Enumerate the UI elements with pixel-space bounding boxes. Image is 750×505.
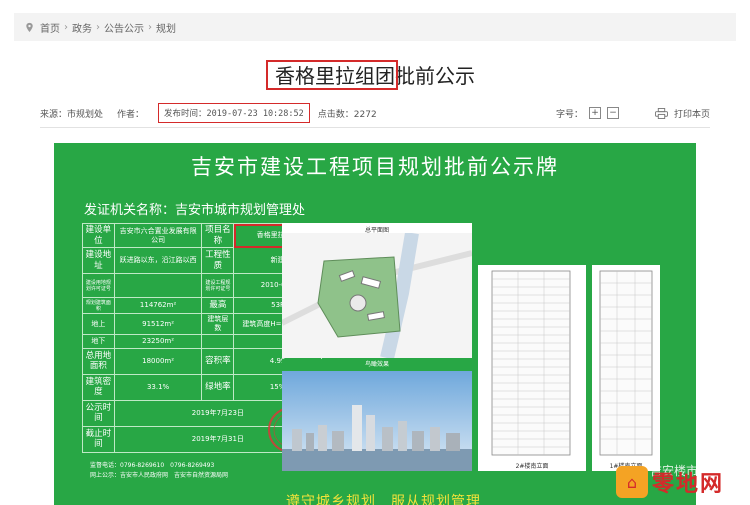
print-button[interactable]: 打印本页 [674, 107, 710, 120]
board-title: 吉安市建设工程项目规划批前公示牌 [191, 155, 559, 179]
deadline-label: 截止时间 [82, 425, 115, 453]
below-value: 23250m² [113, 333, 203, 349]
density-label: 建筑密度 [82, 373, 115, 401]
nature-label: 工程性质 [201, 247, 235, 275]
total-area-value: 18000m² [113, 347, 203, 375]
elevation-1-drawing [478, 265, 586, 461]
address-value: 跃进路以东，沿江路以西 [113, 247, 203, 275]
aerial-caption: 鸟瞰效果 [282, 359, 472, 371]
aerial-panel: 鸟瞰效果 [282, 359, 472, 471]
breadcrumb-home[interactable]: 首页 [40, 20, 60, 35]
contact-online: 网上公示：吉安市人民政府网 吉安市自然资源局网 [90, 471, 229, 479]
notice-time-label: 公示时间 [82, 399, 115, 427]
board-slogan: 遵守城乡规划 服从规划管理 [286, 494, 481, 505]
click-count: 点击数：2272 [317, 109, 377, 120]
elevation-2-panel: 1#楼南立面 [592, 265, 660, 471]
watermark: ⌂ 零地网 [616, 466, 750, 500]
font-increase-button[interactable]: + [588, 107, 601, 119]
font-decrease-button[interactable]: − [606, 107, 619, 119]
total-area-label: 总用地面积 [82, 347, 115, 375]
aerial-render [282, 371, 472, 471]
chevron-right-icon: › [96, 21, 100, 33]
permit-label: 建设用地规划许可证号 [82, 273, 115, 299]
breadcrumb-government[interactable]: 政务 [72, 20, 92, 35]
elevation-1-panel: 2#楼南立面 [478, 265, 586, 471]
floors-label: 最高 [201, 297, 235, 315]
unit-value: 吉安市六合置业发展有限公司 [113, 222, 203, 249]
article-meta: 来源：市规划处 作者： 发布时间：2019-07-23 10:28:52 点击数… [40, 102, 710, 124]
divider [40, 127, 710, 128]
green-label: 绿地率 [201, 373, 235, 401]
breadcrumb-announcements[interactable]: 公告公示 [104, 20, 144, 35]
site-plan-drawing [282, 233, 472, 358]
below-label: 地下 [82, 333, 115, 349]
above-label: 地上 [82, 313, 115, 335]
elevation-1-caption: 2#楼南立面 [515, 463, 549, 470]
unit-label: 建设单位 [82, 222, 115, 249]
land-area-label: 规划建筑面积 [82, 297, 115, 315]
breadcrumb-planning[interactable]: 规划 [156, 20, 176, 35]
board-issuer: 发证机关名称：吉安市城市规划管理处 [84, 203, 306, 218]
height-label: 建筑层数 [201, 313, 235, 335]
font-size-label: 字号： [555, 109, 583, 120]
land-area-value: 114762m² [113, 297, 203, 315]
chevron-right-icon: › [64, 21, 68, 33]
house-logo-icon: ⌂ [616, 466, 648, 498]
above-value: 91512m² [113, 313, 203, 335]
permit-value [113, 273, 203, 299]
address-label: 建设地址 [82, 247, 115, 275]
density-value: 33.1% [113, 373, 203, 401]
site-plan-panel: 总平面图 [282, 223, 472, 358]
publish-time: 发布时间：2019-07-23 10:28:52 [158, 103, 310, 123]
watermark-site: 零地网 [652, 472, 725, 497]
contact-phone: 监督电话：0796-8269610 0796-8269493 [90, 462, 215, 469]
project-label: 项目名称 [201, 222, 235, 249]
breadcrumb: 首页 › 政务 › 公告公示 › 规划 [14, 13, 736, 41]
elevation-2-drawing [592, 265, 660, 461]
printer-icon[interactable] [655, 107, 668, 119]
location-pin-icon [26, 22, 33, 32]
chevron-right-icon: › [148, 21, 152, 33]
title-highlight-box [266, 60, 398, 90]
plan-label: 建设工程规划许可证号 [201, 273, 235, 299]
far-label: 容积率 [201, 347, 235, 375]
contact-info: 监督电话：0796-8269610 0796-8269493 网上公示：吉安市人… [90, 461, 228, 480]
source-text: 来源：市规划处 [40, 109, 104, 120]
author-text: 作者： [117, 109, 145, 120]
notice-board-image: 吉安市建设工程项目规划批前公示牌 发证机关名称：吉安市城市规划管理处 建设单位 … [54, 143, 696, 505]
